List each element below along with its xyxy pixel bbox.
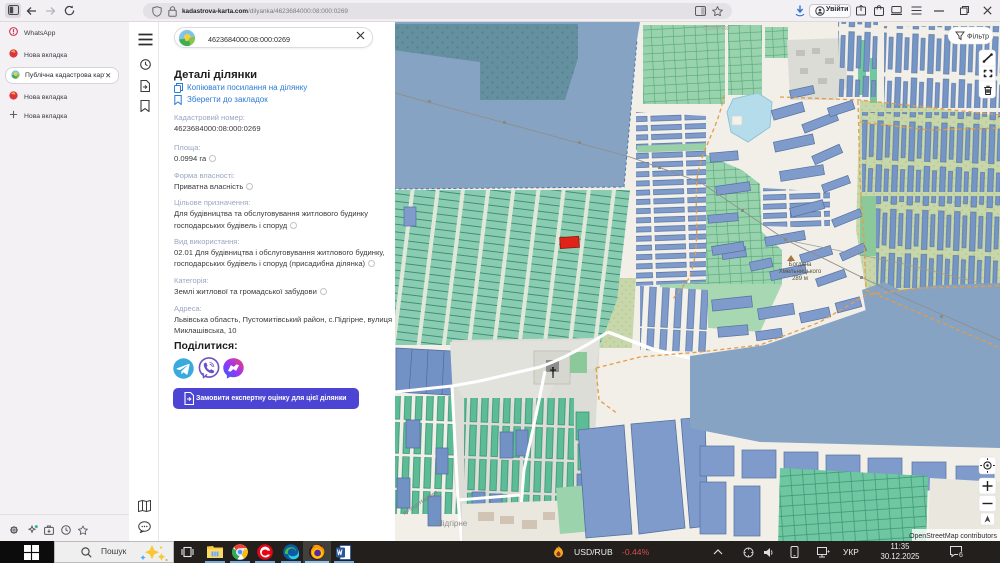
svg-text:†: †: [549, 364, 557, 380]
svg-text:Фільтр: Фільтр: [967, 32, 989, 41]
svg-text:Богдана: Богдана: [789, 262, 812, 268]
svg-text:289 м: 289 м: [792, 276, 808, 282]
svg-text:OpenStreetMap contributors: OpenStreetMap contributors: [909, 533, 997, 540]
svg-text:6: 6: [959, 552, 963, 558]
svg-text:Підгірне: Підгірне: [437, 519, 468, 528]
svg-text:Сонечко: Сонечко: [703, 25, 730, 32]
svg-text:Хмельницького: Хмельницького: [779, 269, 822, 275]
